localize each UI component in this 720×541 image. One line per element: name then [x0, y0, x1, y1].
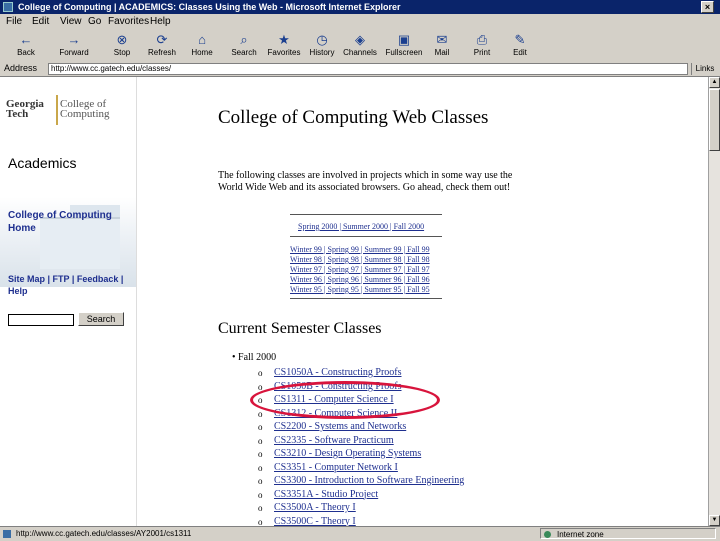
ie-icon — [3, 2, 13, 12]
zone-indicator: Internet zone — [540, 528, 716, 539]
page-title: College of Computing Web Classes — [218, 107, 489, 128]
course-bullet: o — [258, 503, 263, 513]
status-text: http://www.cc.gatech.edu/classes/AY2001/… — [16, 529, 192, 538]
stop-button[interactable]: ⊗ Stop — [100, 32, 144, 60]
home-button[interactable]: ⌂ Home — [180, 32, 224, 60]
back-button[interactable]: ← Back — [4, 32, 48, 60]
close-button[interactable]: × — [701, 1, 714, 13]
course-link[interactable]: CS3500A - Theory I — [274, 502, 356, 513]
search-input[interactable] — [8, 314, 74, 326]
divider-bottom — [290, 298, 442, 299]
channels-button[interactable]: ◈ Channels — [338, 32, 382, 60]
course-bullet: o — [258, 368, 263, 378]
course-bullet: o — [258, 435, 263, 446]
window-title: College of Computing | ACADEMICS: Classe… — [18, 2, 401, 12]
course-bullet: o — [258, 516, 263, 527]
course-bullet: o — [258, 489, 263, 500]
highlight-circle — [250, 381, 440, 419]
internet-globe-icon — [544, 531, 551, 538]
course-bullet: o — [258, 408, 263, 419]
menu-edit[interactable]: Edit — [32, 16, 49, 27]
course-link[interactable]: CS1050A - Constructing Proofs — [274, 367, 402, 378]
menu-bar: File Edit View Go Favorites Help — [0, 14, 720, 31]
section-title: Current Semester Classes — [218, 320, 382, 337]
menu-file[interactable]: File — [6, 16, 22, 27]
college-home-link[interactable]: College of Computing — [8, 210, 112, 221]
logo-divider — [56, 95, 58, 125]
mail-icon: ✉ — [436, 32, 448, 47]
divider-top — [290, 214, 442, 215]
menu-help[interactable]: Help — [150, 16, 171, 27]
intro-text: The following classes are involved in pr… — [218, 170, 513, 193]
scroll-down-icon[interactable]: ▼ — [709, 515, 720, 526]
edit-icon: ✎ — [514, 32, 526, 47]
edit-button[interactable]: ✎ Edit — [498, 32, 542, 60]
links-button[interactable]: Links — [691, 63, 718, 75]
sidebar: Georgia Tech College of Computing Academ… — [0, 77, 137, 526]
toolbar: ← Back → Forward ⊗ Stop ⟳ Refresh ⌂ Home ⌕ Sea… — [0, 30, 720, 63]
util-links[interactable]: Site Map | FTP | Feedback | — [8, 274, 123, 284]
channels-icon: ◈ — [355, 32, 365, 47]
menu-go[interactable]: Go — [88, 16, 101, 27]
page-content: Georgia Tech College of Computing Academ… — [0, 77, 708, 526]
course-bullet: o — [258, 422, 263, 432]
course-bullet: o — [258, 449, 263, 459]
search-button[interactable]: Search — [78, 312, 124, 326]
address-bar: Address http://www.cc.gatech.edu/classes… — [0, 62, 720, 77]
back-arrow-icon: ← — [19, 32, 33, 47]
page-icon — [3, 530, 11, 538]
address-input[interactable]: http://www.cc.gatech.edu/classes/ — [48, 63, 688, 75]
logo-georgia-tech: Georgia Tech — [6, 98, 44, 120]
semester-row[interactable]: Winter 96 | Spring 96 | Summer 96 | Fall… — [290, 275, 430, 284]
menu-view[interactable]: View — [60, 16, 82, 27]
course-link[interactable]: CS3500C - Theory I — [274, 516, 356, 527]
vertical-scrollbar[interactable]: ▲ ▼ — [708, 77, 720, 526]
course-link[interactable]: CS2335 - Software Practicum — [274, 435, 394, 446]
search-button-toolbar[interactable]: ⌕ Search — [222, 32, 266, 60]
refresh-icon: ⟳ — [156, 32, 168, 47]
semester-row[interactable]: Winter 99 | Spring 99 | Summer 99 | Fall… — [290, 245, 430, 254]
course-link[interactable]: CS3351 - Computer Network I — [274, 462, 398, 473]
sidebar-title: Academics — [8, 155, 77, 171]
forward-button[interactable]: → Forward — [52, 32, 96, 60]
logo-college: College of Computing — [60, 98, 110, 120]
status-bar: http://www.cc.gatech.edu/classes/AY2001/… — [0, 526, 720, 541]
menu-favorites[interactable]: Favorites — [108, 16, 149, 27]
course-link[interactable]: CS2200 - Systems and Networks — [274, 421, 406, 432]
course-bullet: o — [258, 476, 263, 486]
course-link[interactable]: CS3210 - Design Operating Systems — [274, 448, 421, 459]
scroll-thumb[interactable] — [709, 89, 720, 151]
divider-mid — [290, 236, 442, 237]
home-link[interactable]: Home — [8, 223, 36, 234]
course-link[interactable]: CS3351A - Studio Project — [274, 489, 378, 500]
address-label: Address — [4, 63, 38, 73]
semester-row[interactable]: Winter 97 | Spring 97 | Summer 97 | Fall… — [290, 265, 430, 274]
stop-icon: ⊗ — [116, 32, 128, 47]
term-label: • Fall 2000 — [232, 352, 277, 363]
forward-arrow-icon: → — [67, 32, 81, 47]
gatech-logo[interactable]: Georgia Tech College of Computing — [6, 95, 126, 125]
help-link[interactable]: Help — [8, 286, 28, 296]
semester-row-current[interactable]: Spring 2000 | Summer 2000 | Fall 2000 — [298, 222, 424, 231]
semester-row[interactable]: Winter 95 | Spring 95 | Summer 95 | Fall… — [290, 285, 430, 294]
scroll-up-icon[interactable]: ▲ — [709, 77, 720, 88]
refresh-button[interactable]: ⟳ Refresh — [140, 32, 184, 60]
semester-row[interactable]: Winter 98 | Spring 98 | Summer 98 | Fall… — [290, 255, 430, 264]
home-icon: ⌂ — [198, 32, 206, 47]
course-link[interactable]: CS3300 - Introduction to Software Engine… — [274, 475, 464, 486]
search-icon: ⌕ — [240, 32, 248, 47]
course-bullet: o — [258, 462, 263, 473]
window-titlebar: College of Computing | ACADEMICS: Classe… — [0, 0, 720, 14]
mail-button[interactable]: ✉ Mail — [420, 32, 464, 60]
